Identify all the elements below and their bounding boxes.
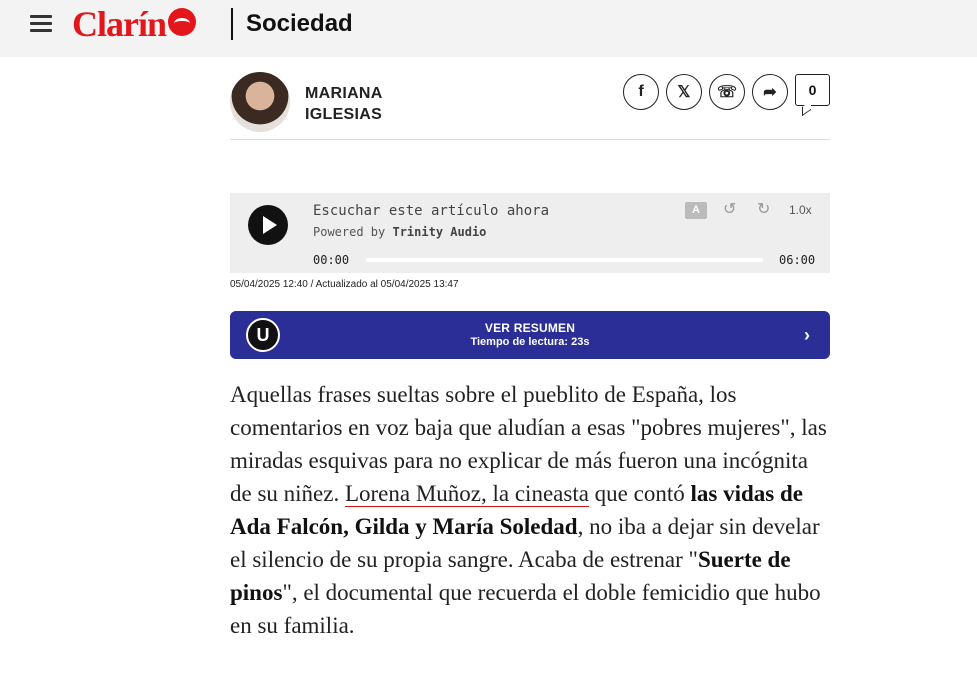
article-link[interactable]: Lorena Muñoz, la cineasta <box>344 481 589 507</box>
summary-button[interactable]: U VER RESUMEN Tiempo de lectura: 23s › <box>230 311 830 359</box>
author-divider <box>230 139 830 140</box>
audio-player: Escuchar este artículo ahora Powered by … <box>230 193 830 273</box>
current-time: 00:00 <box>313 253 350 267</box>
whatsapp-icon: ☏ <box>716 84 737 101</box>
publish-date: 05/04/2025 12:40 / Actualizado al 05/04/… <box>230 279 459 290</box>
comments-button[interactable]: 0 <box>795 74 830 106</box>
article-text: que contó <box>588 481 691 506</box>
chevron-right-icon: › <box>804 325 810 345</box>
article-lead-paragraph: Aquellas frases sueltas sobre el pueblit… <box>230 378 830 642</box>
total-time: 06:00 <box>779 253 816 267</box>
author-first-name: MARIANA <box>305 85 383 102</box>
x-share-button[interactable]: 𝕏 <box>666 74 702 110</box>
speed-control[interactable]: 1.0x <box>789 203 812 217</box>
provider-name: Trinity Audio <box>392 225 487 239</box>
hamburger-menu-icon[interactable] <box>30 15 52 33</box>
forward-icon[interactable]: ↻ <box>757 199 770 219</box>
player-title: Escuchar este artículo ahora <box>313 203 550 219</box>
powered-by-label: Powered by <box>313 225 386 239</box>
facebook-icon: f <box>638 83 644 100</box>
summary-title: VER RESUMEN <box>484 321 576 335</box>
translate-icon[interactable]: A <box>685 202 707 219</box>
share-button[interactable]: ➦ <box>752 74 788 110</box>
progress-track[interactable] <box>366 258 763 262</box>
comments-count: 0 <box>808 82 817 98</box>
logo-text: Clarín <box>72 4 167 44</box>
play-button[interactable] <box>248 205 288 245</box>
header-divider <box>231 8 233 40</box>
share-arrow-icon: ➦ <box>763 84 777 101</box>
summary-subtitle: Tiempo de lectura: 23s <box>470 336 590 348</box>
article-text: ", el documental que recuerda el doble f… <box>230 580 821 638</box>
player-powered-by: Powered by Trinity Audio <box>313 225 486 239</box>
whatsapp-share-button[interactable]: ☏ <box>709 74 745 110</box>
clarin-logo[interactable]: Clarín <box>72 2 197 46</box>
x-icon: 𝕏 <box>677 84 691 101</box>
rewind-icon[interactable]: ↺ <box>723 199 736 219</box>
section-title[interactable]: Sociedad <box>246 10 353 38</box>
top-header: Clarín Sociedad <box>0 0 977 57</box>
author-name[interactable]: MARIANA IGLESIAS <box>305 83 383 125</box>
author-avatar[interactable] <box>230 72 290 132</box>
author-last-name: IGLESIAS <box>305 106 383 123</box>
facebook-share-button[interactable]: f <box>623 74 659 110</box>
logo-mark-icon <box>168 8 197 36</box>
